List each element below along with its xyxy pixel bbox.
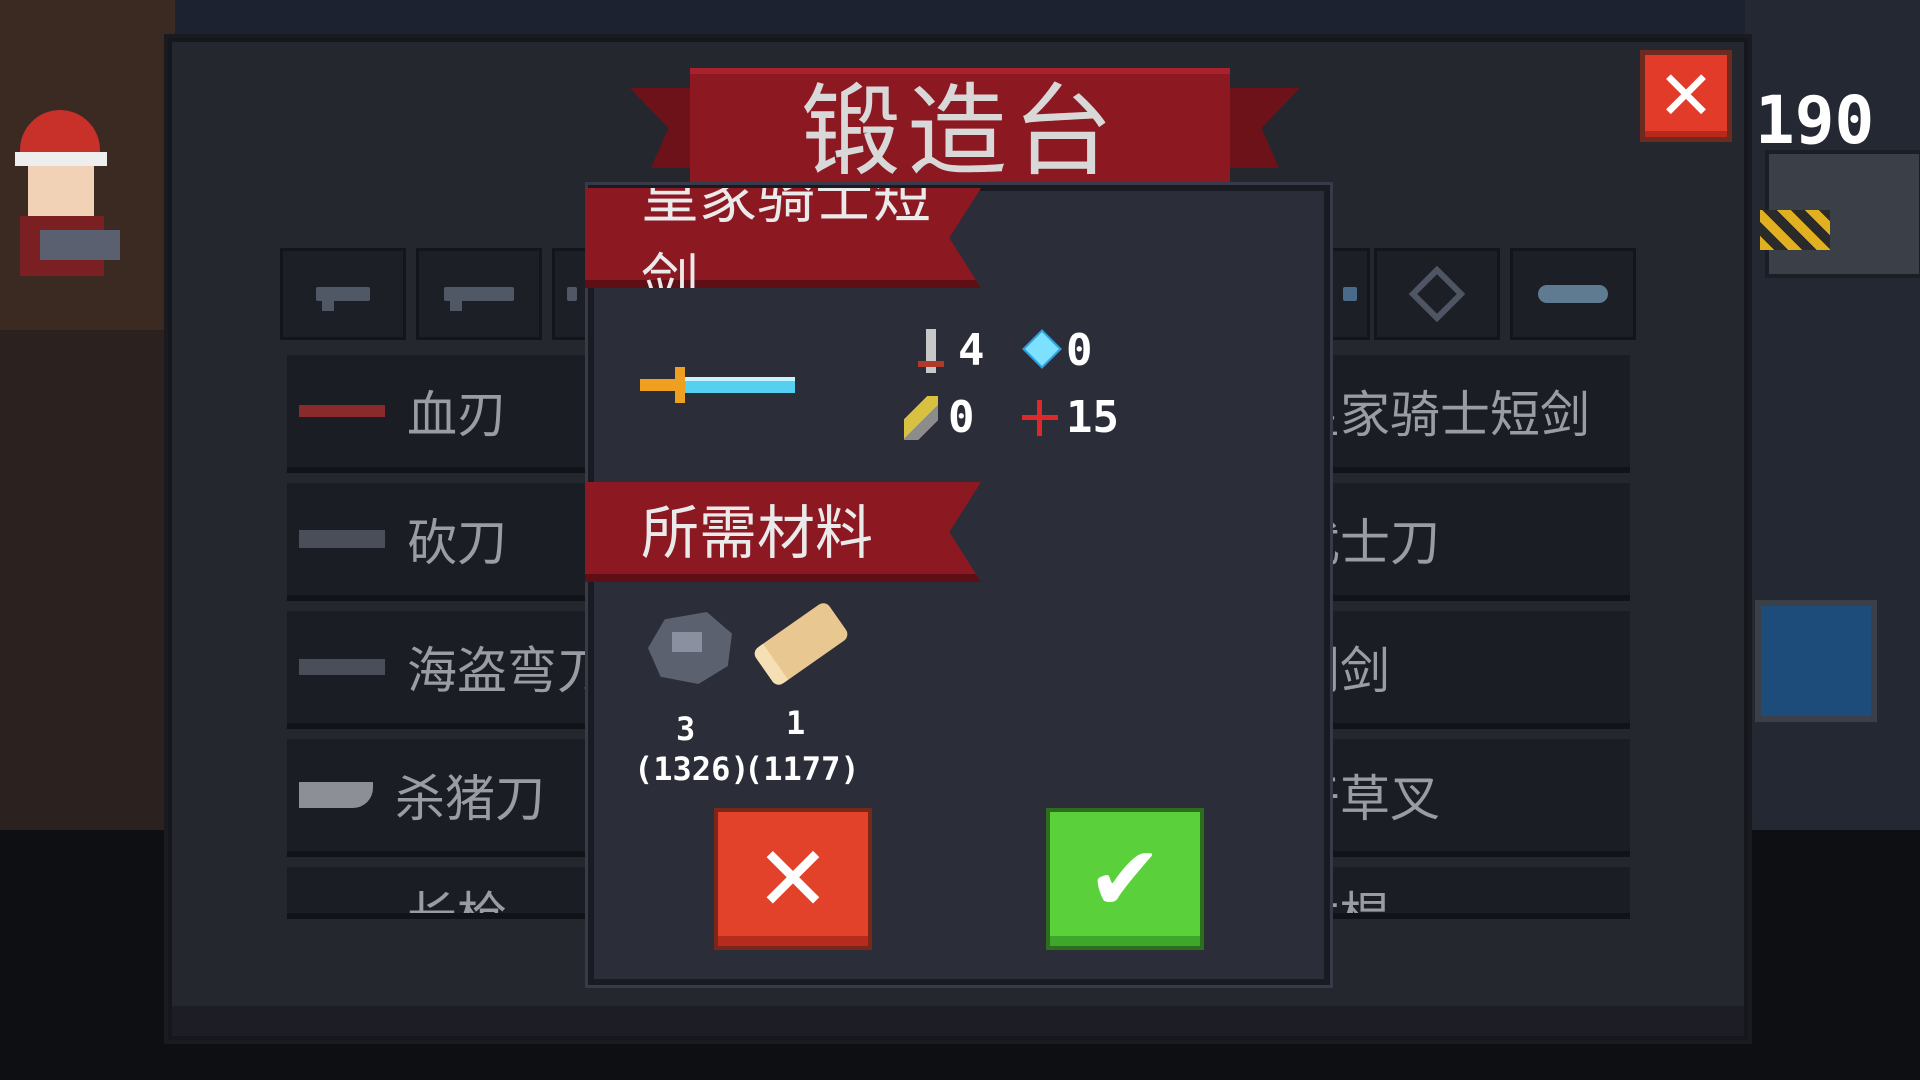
page-title: 锻造台 (801, 73, 1119, 190)
close-button[interactable]: ✕ (1640, 50, 1732, 142)
rifle-icon (444, 287, 514, 311)
list-item[interactable]: 砍刀 (287, 483, 607, 601)
stat-attack-value: 4 (958, 325, 985, 376)
pistol-icon (316, 287, 370, 311)
list-item[interactable]: 武士刀 (1330, 483, 1630, 601)
list-item-label: 木棍 (1330, 887, 1390, 919)
machete-icon (299, 530, 385, 548)
materials-title: 所需材料 (641, 499, 874, 567)
coin-count: 190 (1755, 82, 1875, 159)
material-owned: (1177) (744, 750, 860, 788)
title-banner: 锻造台 (690, 68, 1230, 198)
stat-critical-value: 15 (1066, 392, 1119, 443)
list-item-label: 砍刀 (407, 514, 507, 572)
energy-gem-icon (1022, 329, 1056, 373)
list-item-label: 血刃 (407, 386, 507, 444)
list-item[interactable]: 刺剑 (1330, 611, 1630, 729)
blaster-icon (1343, 287, 1357, 301)
tab-blaster[interactable] (1330, 248, 1370, 340)
close-icon: ✕ (1657, 56, 1715, 136)
pirate-cutlass-icon (299, 659, 385, 675)
fish-weapon-icon (1538, 285, 1608, 303)
stat-speed-value: 0 (948, 392, 975, 443)
cleaver-icon (299, 782, 373, 808)
list-item-label: 海盗弯刀 (407, 642, 607, 700)
stat-critical: 15 (1022, 392, 1119, 443)
material-required: 1 (786, 704, 806, 742)
background-left-room (0, 0, 175, 830)
list-item-label: 干草叉 (1330, 770, 1440, 828)
list-item[interactable]: 海盗弯刀 (287, 611, 607, 729)
checkmark-icon: ✔ (1087, 826, 1163, 932)
royal-knight-sword-icon (640, 365, 800, 405)
material-required: 3 (676, 710, 696, 748)
tab-diamond[interactable] (1374, 248, 1500, 340)
list-item[interactable]: 血刃 (287, 355, 607, 473)
attack-icon (914, 328, 948, 373)
list-item[interactable]: 木棍 (1330, 867, 1630, 919)
blood-blade-icon (299, 405, 385, 417)
cancel-button[interactable]: ✕ (714, 808, 872, 950)
tab-pistol[interactable] (280, 248, 406, 340)
confirm-button[interactable]: ✔ (1046, 808, 1204, 950)
list-item-label: 刺剑 (1330, 642, 1390, 700)
list-item-label: 武士刀 (1330, 514, 1440, 572)
weapon-icon (567, 287, 577, 301)
list-item-label: 长枪 (407, 887, 507, 919)
diamond-icon (1408, 265, 1466, 323)
stat-speed: 0 (904, 392, 975, 443)
background-top-wall (0, 0, 1920, 40)
speed-icon (904, 395, 938, 440)
list-item-label: 皇家骑士短剑 (1330, 386, 1590, 444)
material-owned: (1326) (634, 750, 750, 788)
weapon-name-banner: 皇家骑士短剑 (585, 188, 981, 288)
stat-energy-value: 0 (1066, 325, 1093, 376)
stat-attack: 4 (914, 325, 985, 376)
materials-banner: 所需材料 (585, 482, 981, 582)
stat-energy: 0 (1022, 325, 1093, 376)
close-icon: ✕ (755, 826, 831, 932)
weapon-detail-popup (588, 185, 1330, 985)
list-item[interactable]: 皇家骑士短剑 (1330, 355, 1630, 473)
critical-icon (1022, 396, 1058, 440)
tab-rifle[interactable] (416, 248, 542, 340)
screen-prop (1755, 600, 1877, 722)
list-item[interactable]: 干草叉 (1330, 739, 1630, 857)
list-item[interactable]: 长枪 (287, 867, 607, 919)
tab-fish-weapon[interactable] (1510, 248, 1636, 340)
player-character (10, 110, 120, 280)
list-item[interactable]: 杀猪刀 (287, 739, 607, 857)
list-item-label: 杀猪刀 (395, 770, 545, 828)
